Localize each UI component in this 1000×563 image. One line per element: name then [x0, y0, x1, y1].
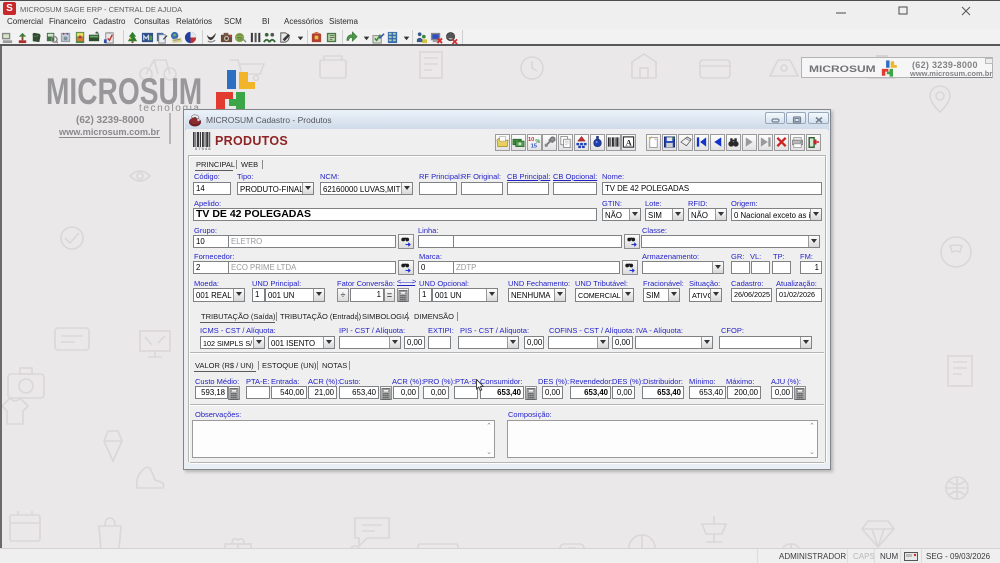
svg-text:A: A [626, 139, 632, 148]
svg-text:%: % [535, 139, 540, 145]
svg-text:0 7 9 4 6: 0 7 9 4 6 [195, 146, 211, 150]
svg-text:10: 10 [528, 137, 534, 143]
